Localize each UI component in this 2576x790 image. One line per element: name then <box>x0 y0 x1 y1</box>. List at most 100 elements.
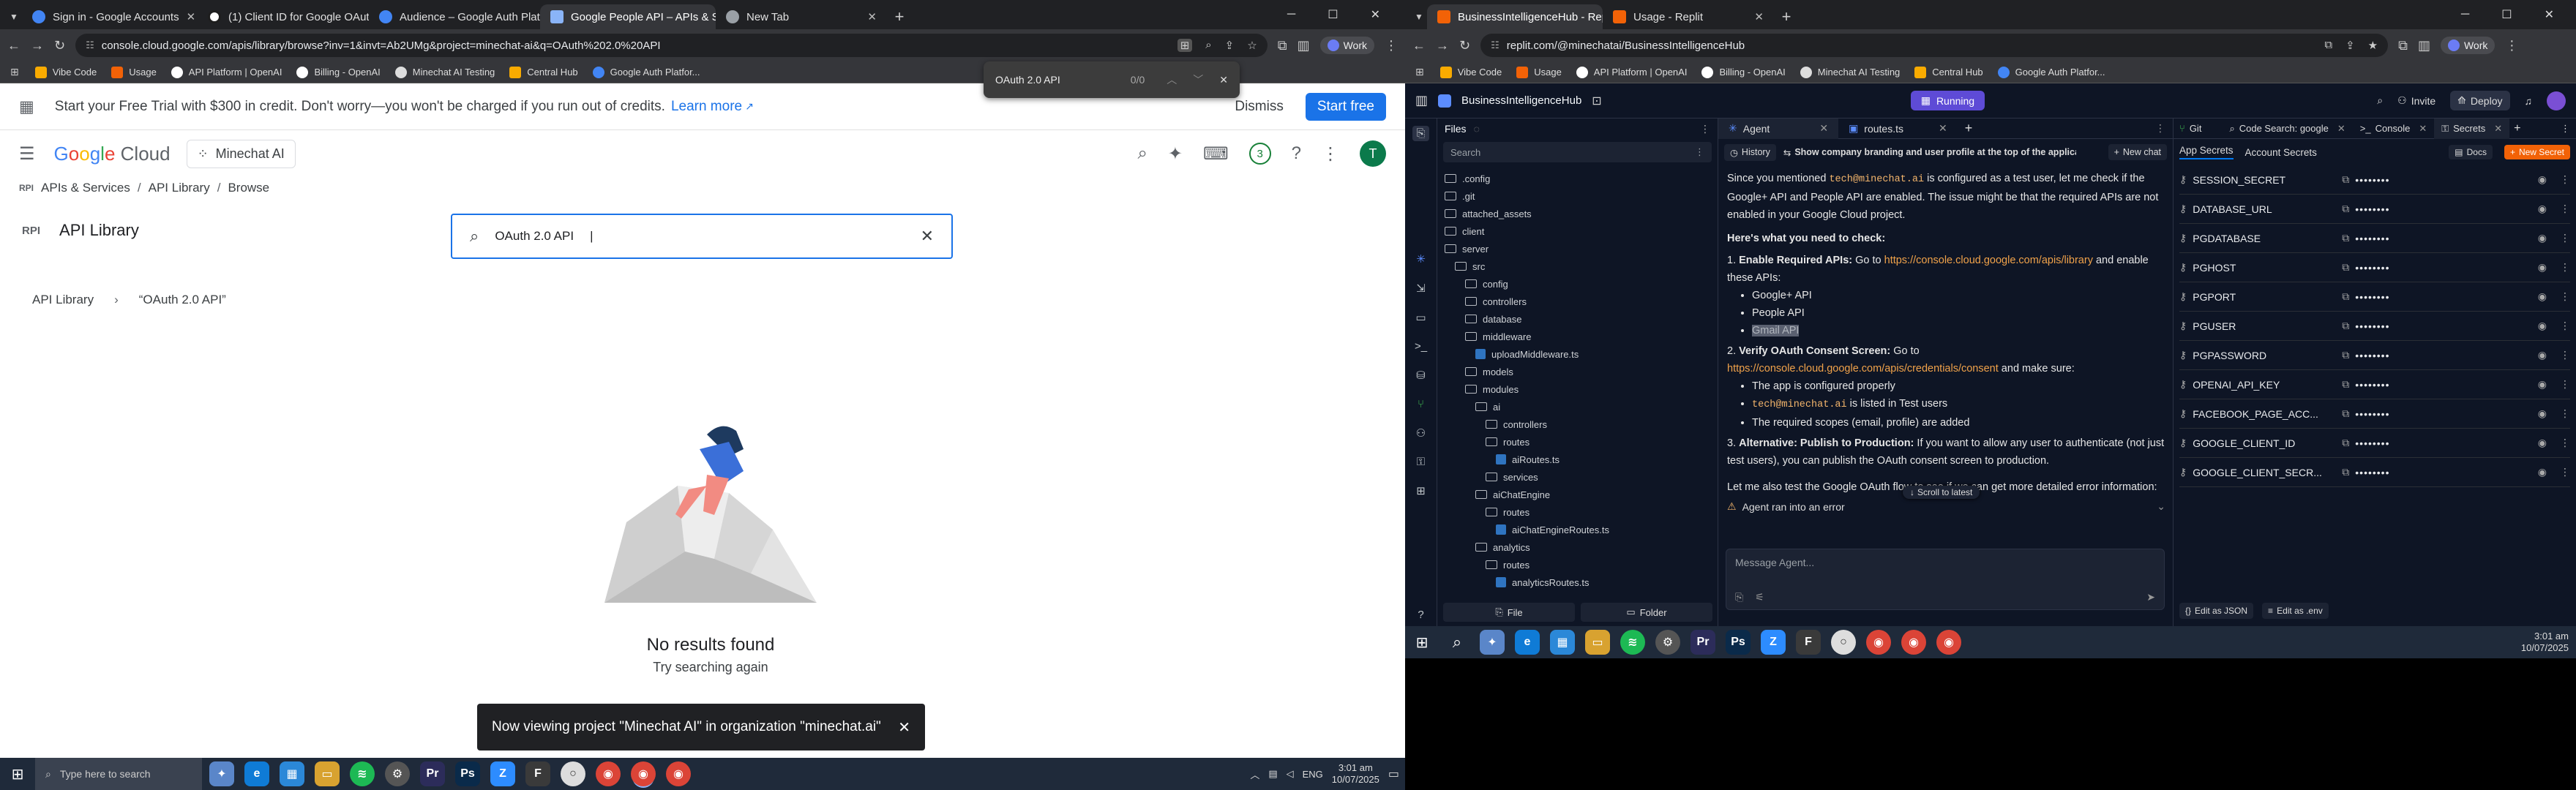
eye-icon[interactable]: ◉ <box>2538 466 2547 478</box>
copilot-icon[interactable]: ✦ <box>209 761 234 786</box>
sidebar-toggle-icon[interactable]: ▥ <box>1415 93 1428 108</box>
eye-icon[interactable]: ◉ <box>2538 437 2547 449</box>
eye-icon[interactable]: ◉ <box>2538 203 2547 215</box>
bookmark-google-auth[interactable]: Google Auth Platfor... <box>1991 66 2113 78</box>
tree-file[interactable]: analyticsRoutes.ts <box>1445 573 1718 591</box>
secret-menu-icon[interactable]: ⋮ <box>2560 407 2570 420</box>
find-prev-icon[interactable]: ︿ <box>1167 72 1177 87</box>
bell-icon[interactable]: ♫ <box>2525 95 2533 107</box>
eye-icon[interactable]: ◉ <box>2538 378 2547 391</box>
bookmark-api-platform[interactable]: API Platform | OpenAI <box>164 66 290 78</box>
tab-client-id[interactable]: (1) Client ID for Google OAuth ·✕ <box>198 4 369 29</box>
edge-icon[interactable]: e <box>244 761 269 786</box>
close-tab-icon[interactable]: ✕ <box>2419 123 2427 135</box>
tree-folder[interactable]: src <box>1445 257 1718 275</box>
menu-kebab-icon[interactable]: ⋮ <box>2505 38 2518 53</box>
tree-folder[interactable]: routes <box>1445 556 1718 573</box>
site-info-icon[interactable]: ☷ <box>86 40 94 51</box>
invite-button[interactable]: ⚇ Invite <box>2397 94 2435 107</box>
api-search-box[interactable]: ⌕ OAuth 2.0 API | ✕ <box>451 214 953 259</box>
tab-secrets[interactable]: ⚿ Secrets ✕ <box>2434 118 2510 139</box>
profile-chip[interactable]: Work <box>2440 37 2496 54</box>
tree-folder[interactable]: attached_assets <box>1445 205 1718 222</box>
zoom-app-icon[interactable]: Z <box>490 761 515 786</box>
store-icon[interactable]: ▦ <box>1550 630 1575 655</box>
bookmark-billing[interactable]: Billing - OpenAI <box>1694 66 1792 78</box>
secret-row[interactable]: ⚷ DATABASE_URL ⧉ •••••••• ◉ ⋮ <box>2179 195 2570 224</box>
eye-icon[interactable]: ◉ <box>2538 173 2547 186</box>
cloud-shell-icon[interactable]: ⌨ <box>1203 143 1229 165</box>
tree-file[interactable]: uploadMiddleware.ts <box>1445 345 1718 363</box>
tree-folder[interactable]: controllers <box>1445 415 1718 433</box>
edit-as-json-button[interactable]: {} Edit as JSON <box>2179 603 2254 619</box>
results-crumb-api-library[interactable]: API Library <box>32 293 94 307</box>
settings-sliders-icon[interactable]: ⚟ <box>1755 591 1764 603</box>
hamburger-menu-icon[interactable]: ☰ <box>19 143 35 165</box>
copy-icon[interactable]: ⧉ <box>2342 261 2349 274</box>
windows-start-icon[interactable]: ⊞ <box>0 765 35 783</box>
tree-folder[interactable]: config <box>1445 275 1718 293</box>
eye-icon[interactable]: ◉ <box>2538 232 2547 244</box>
address-bar[interactable]: ☷ console.cloud.google.com/apis/library/… <box>75 34 1268 57</box>
tab-search-icon[interactable]: ▼ <box>6 4 22 29</box>
tree-folder[interactable]: modules <box>1445 380 1718 398</box>
account-avatar[interactable]: T <box>1360 140 1386 167</box>
project-name[interactable]: BusinessIntelligenceHub <box>1461 94 1581 107</box>
bookmark-billing[interactable]: Billing - OpenAI <box>289 66 387 78</box>
bookmark-star-icon[interactable]: ★ <box>2368 39 2378 52</box>
search-icon[interactable]: ⌕ <box>1137 143 1147 164</box>
file-search-input[interactable]: Search ⋮ <box>1443 142 1712 162</box>
chrome-icon[interactable]: ◉ <box>596 761 621 786</box>
new-tab-icon[interactable]: + <box>887 4 912 29</box>
copy-icon[interactable]: ⧉ <box>2342 203 2349 215</box>
edit-as-env-button[interactable]: ≡ Edit as .env <box>2262 603 2329 619</box>
apps-grid-icon[interactable]: ⊞ <box>10 66 19 78</box>
filezilla-icon[interactable]: F <box>1796 630 1821 655</box>
apps-grid-icon[interactable]: ⊞ <box>1415 66 1424 78</box>
zoom-icon[interactable]: ⌕ <box>1205 39 1211 52</box>
lock-icon[interactable]: ⚿ <box>1417 456 1425 468</box>
zoom-app-icon[interactable]: Z <box>1761 630 1786 655</box>
secret-menu-icon[interactable]: ⋮ <box>2560 437 2570 449</box>
tree-folder[interactable]: aiChatEngine <box>1445 486 1718 503</box>
history-button[interactable]: ◷ History <box>1724 143 1776 161</box>
tree-folder[interactable]: client <box>1445 222 1718 240</box>
tray-chevron-icon[interactable]: ︿ <box>1250 767 1259 781</box>
copy-icon[interactable]: ⧉ <box>2342 437 2349 449</box>
tree-folder[interactable]: .git <box>1445 187 1718 205</box>
bookmark-central-hub[interactable]: Central Hub <box>502 66 585 78</box>
tab-replit-usage[interactable]: Usage - Replit ✕ <box>1603 4 1774 29</box>
tab-code-search[interactable]: ⌕ Code Search: google ✕ <box>2222 123 2352 135</box>
notifications-badge[interactable]: 3 <box>1248 143 1271 165</box>
all-tools-icon[interactable]: ⊞ <box>1416 484 1426 497</box>
reload-icon[interactable]: ↻ <box>1459 38 1470 53</box>
chrome-profile-icon[interactable]: ◉ <box>1901 630 1926 655</box>
bookmark-usage[interactable]: Usage <box>1509 66 1569 78</box>
maximize-icon[interactable]: ☐ <box>2501 7 2512 22</box>
new-tab-icon[interactable]: + <box>1774 4 1799 29</box>
current-task[interactable]: ⇆ Show company branding and user profile … <box>1783 147 2076 158</box>
tab-console[interactable]: >_ Console ✕ <box>2353 123 2434 135</box>
toast-close-icon[interactable]: ✕ <box>898 718 910 737</box>
site-info-icon[interactable]: ☷ <box>1491 40 1499 51</box>
search-icon[interactable]: ⌕ <box>2377 94 2383 107</box>
learn-more-link[interactable]: Learn more <box>671 99 742 115</box>
run-button[interactable]: ▦ Running <box>1910 91 1985 110</box>
photoshop-icon[interactable]: Ps <box>1726 630 1751 655</box>
sidebar-icon[interactable]: ▥ <box>2418 38 2430 53</box>
chrome-icon[interactable]: ◉ <box>1866 630 1891 655</box>
secret-row[interactable]: ⚷ FACEBOOK_PAGE_ACC... ⧉ •••••••• ◉ ⋮ <box>2179 399 2570 429</box>
pane-menu-icon[interactable]: ⋮ <box>2155 122 2173 135</box>
windows-start-icon[interactable]: ⊞ <box>1409 633 1434 652</box>
bookmark-vibe-code[interactable]: Vibe Code <box>28 66 104 78</box>
consent-link[interactable]: https://console.cloud.google.com/apis/cr… <box>1727 363 1999 375</box>
notification-center-icon[interactable]: ▭ <box>1388 767 1399 781</box>
new-file-button[interactable]: ⎘ File <box>1443 603 1575 622</box>
close-tab-icon[interactable]: ✕ <box>1819 122 1828 135</box>
tab-people-api[interactable]: Google People API – APIs & Se✕ <box>540 4 716 29</box>
share-icon[interactable]: ⇪ <box>2345 39 2355 52</box>
secret-menu-icon[interactable]: ⋮ <box>2560 466 2570 478</box>
maximize-icon[interactable]: ☐ <box>1328 7 1338 22</box>
forward-icon[interactable]: → <box>31 38 44 53</box>
eye-icon[interactable]: ◉ <box>2538 261 2547 274</box>
